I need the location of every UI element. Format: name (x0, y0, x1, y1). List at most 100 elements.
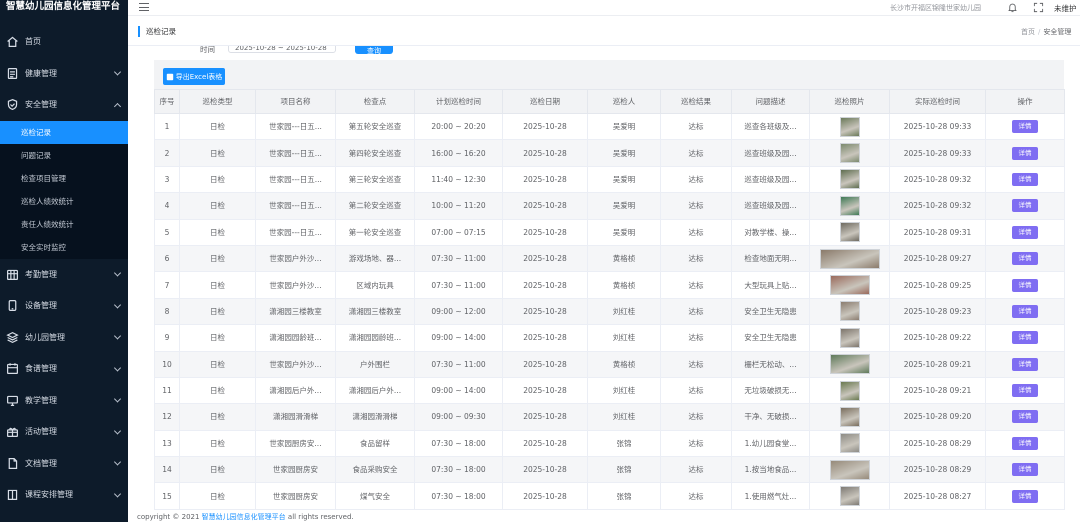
inspection-photo-thumbnail[interactable] (829, 275, 870, 296)
inspection-photo-thumbnail[interactable] (839, 116, 860, 137)
cell-project: 世家园户外沙... (255, 350, 336, 378)
table-row: 10 日检 世家园户外沙... 户外围栏 07:30 ~ 11:00 2025-10-28… (154, 350, 1065, 378)
sidebar-item-5[interactable]: 幼儿园管理 (0, 322, 128, 354)
cell-no: 4 (154, 192, 180, 220)
breadcrumb-home[interactable]: 首页 (1021, 28, 1035, 36)
cell-result: 达标 (660, 218, 732, 246)
inspection-photo-thumbnail[interactable] (819, 248, 880, 269)
user-name[interactable]: 未维护 (1054, 3, 1077, 14)
document-icon (5, 66, 19, 80)
inspection-photo-thumbnail[interactable] (839, 406, 860, 427)
inspection-photo-thumbnail[interactable] (839, 169, 860, 190)
detail-button[interactable]: 详情 (1012, 304, 1038, 318)
cell-actual: 2025-10-28 09:33 (889, 112, 986, 141)
cell-desc: 栅栏无松动、... (731, 350, 810, 378)
inspection-photo-thumbnail[interactable] (839, 380, 860, 401)
sidebar-item-10[interactable]: 课程安排管理 (0, 479, 128, 511)
detail-button[interactable]: 详情 (1012, 146, 1038, 160)
detail-button[interactable]: 详情 (1012, 331, 1038, 345)
inspection-photo-thumbnail[interactable] (839, 143, 860, 164)
cell-date: 2025-10-28 (502, 112, 588, 141)
cell-actual: 2025-10-28 09:23 (889, 297, 986, 326)
sidebar-item-6[interactable]: 食谱管理 (0, 353, 128, 385)
cell-plan: 07:00 ~ 07:15 (414, 218, 503, 246)
sidebar-item-9[interactable]: 文档管理 (0, 448, 128, 480)
inspection-photo-thumbnail[interactable] (829, 459, 870, 480)
inspection-photo-thumbnail[interactable] (839, 327, 860, 348)
detail-button[interactable]: 详情 (1012, 199, 1038, 213)
menu-toggle-icon[interactable] (139, 3, 149, 12)
detail-button[interactable]: 详情 (1012, 252, 1038, 266)
cell-type: 日检 (179, 192, 256, 220)
bell-icon[interactable] (1007, 2, 1018, 13)
tablet-icon (5, 299, 19, 313)
cell-date: 2025-10-28 (502, 429, 588, 458)
sidebar-item-2[interactable]: 安全管理 (0, 89, 128, 121)
shield-icon (5, 98, 19, 112)
detail-button[interactable]: 详情 (1012, 410, 1038, 424)
detail-button[interactable]: 详情 (1012, 172, 1038, 186)
detail-button[interactable]: 详情 (1012, 489, 1038, 503)
sidebar-item-0[interactable]: 首页 (0, 26, 128, 58)
cell-operation: 详情 (985, 112, 1065, 141)
cell-point: 第五轮安全巡查 (335, 112, 415, 141)
cell-result: 达标 (660, 297, 732, 326)
cell-result: 达标 (660, 165, 732, 194)
detail-button[interactable]: 详情 (1012, 120, 1038, 134)
detail-button[interactable]: 详情 (1012, 278, 1038, 292)
cell-result: 达标 (660, 271, 732, 299)
submenu-item-2[interactable]: 检查项目管理 (0, 167, 128, 190)
submenu-item-4[interactable]: 责任人绩效统计 (0, 213, 128, 236)
detail-button[interactable]: 详情 (1012, 384, 1038, 398)
cell-point: 第四轮安全巡查 (335, 139, 415, 167)
export-excel-button[interactable]: 导出Excel表格 (163, 68, 225, 85)
inspection-photo-thumbnail[interactable] (839, 222, 860, 243)
cell-actual: 2025-10-28 09:20 (889, 403, 986, 431)
cell-project: 世家园---日五... (255, 192, 336, 220)
cell-project: 潇湘园园龄班... (255, 324, 336, 352)
sidebar-item-8[interactable]: 活动管理 (0, 416, 128, 448)
submenu-item-5[interactable]: 安全实时监控 (0, 236, 128, 259)
inspection-photo-thumbnail[interactable] (839, 433, 860, 454)
fullscreen-icon[interactable] (1033, 2, 1044, 13)
cell-point: 潇湘园三楼教室 (335, 297, 415, 326)
cell-desc: 巡查班级及园... (731, 192, 810, 220)
submenu-item-1[interactable]: 问题记录 (0, 144, 128, 167)
detail-button[interactable]: 详情 (1012, 436, 1038, 450)
detail-button[interactable]: 详情 (1012, 357, 1038, 371)
detail-button[interactable]: 详情 (1012, 225, 1038, 239)
sidebar-item-label: 文档管理 (25, 458, 57, 468)
top-header: 长沙市开福区锦隆世家幼儿园 未维护 (128, 0, 1080, 16)
table-header-row: 序号 巡检类型 项目名称 检查点 计划巡检时间 巡检日期 巡检人 巡检结果 问题描述 巡检照片 实际… (154, 89, 1065, 114)
cell-desc: 无垃圾破损无... (731, 376, 810, 405)
cell-plan: 07:30 ~ 11:00 (414, 244, 503, 273)
sidebar-item-4[interactable]: 设备管理 (0, 290, 128, 322)
inspection-photo-thumbnail[interactable] (839, 486, 860, 507)
inspection-photo-thumbnail[interactable] (839, 301, 860, 322)
cell-plan: 09:00 ~ 09:30 (414, 403, 503, 431)
inspection-photo-thumbnail[interactable] (839, 195, 860, 216)
cell-desc: 1.按当地食品... (731, 456, 810, 484)
sidebar-item-3[interactable]: 考勤管理 (0, 259, 128, 291)
sidebar-item-label: 幼儿园管理 (25, 332, 65, 342)
cell-no: 13 (154, 429, 180, 458)
sidebar-item-label: 课程安排管理 (25, 490, 73, 500)
submenu-item-0[interactable]: 巡检记录 (0, 120, 128, 144)
cell-project: 世家园户外沙... (255, 244, 336, 273)
cell-type: 日检 (179, 482, 256, 510)
column-header: 序号 (154, 89, 180, 114)
sidebar-item-1[interactable]: 健康管理 (0, 58, 128, 90)
file-icon (5, 456, 19, 470)
cell-result: 达标 (660, 403, 732, 431)
detail-button[interactable]: 详情 (1012, 463, 1038, 477)
footer-link[interactable]: 智慧幼儿园信息化管理平台 (202, 513, 286, 521)
sidebar-item-7[interactable]: 教学管理 (0, 385, 128, 417)
sidebar-item-label: 活动管理 (25, 427, 57, 437)
submenu-item-3[interactable]: 巡检人绩效统计 (0, 190, 128, 213)
cell-actual: 2025-10-28 09:32 (889, 165, 986, 194)
cell-plan: 11:40 ~ 12:30 (414, 165, 503, 194)
cell-result: 达标 (660, 192, 732, 220)
tab-inspection-records[interactable]: 巡检记录 (138, 26, 176, 37)
inspection-photo-thumbnail[interactable] (829, 354, 870, 375)
home-icon (5, 35, 19, 49)
